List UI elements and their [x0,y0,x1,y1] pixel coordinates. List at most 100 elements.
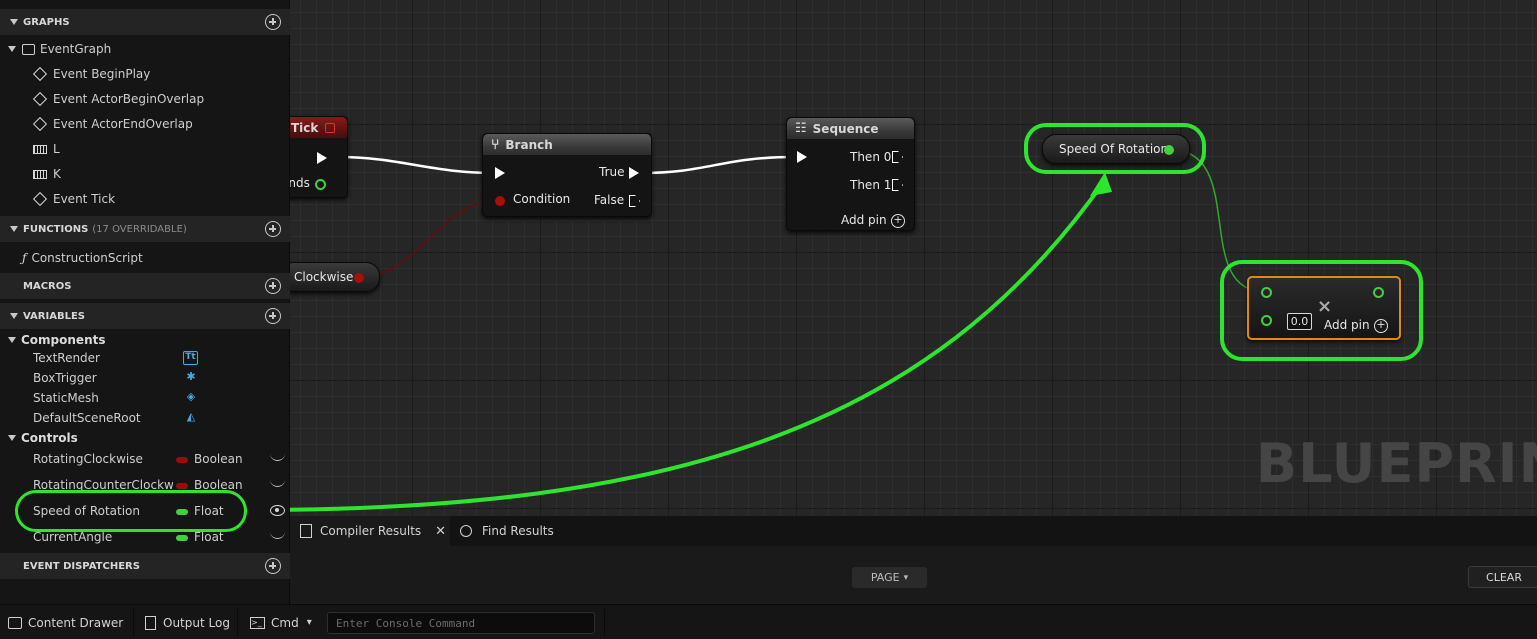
float-in-pin-a[interactable] [1261,287,1272,298]
true-pin-label: True [599,165,625,179]
key-event-item-k[interactable]: K [33,163,61,185]
output-log-button[interactable]: Output Log [145,605,230,639]
float-in-pin-b[interactable] [1261,315,1272,326]
macros-label: MACROS [23,280,72,292]
my-blueprint-panel: GRAPHS EventGraph Event BeginPlay Event … [0,0,290,604]
add-macro-icon[interactable] [265,278,281,294]
event-label: Event ActorEndOverlap [53,117,193,131]
event-dispatchers-section-header[interactable]: EVENT DISPATCHERS [0,553,290,579]
float-out-pin[interactable] [1164,145,1174,155]
variable-type[interactable]: Float [194,530,224,544]
add-function-icon[interactable] [265,221,281,237]
tick-node-header[interactable]: Tick [290,117,347,138]
event-item-beginplay[interactable]: Event BeginPlay [32,63,150,85]
exec-in-pin[interactable] [495,167,505,179]
event-dispatchers-label: EVENT DISPATCHERS [23,560,140,572]
content-drawer-icon [8,616,22,629]
component-staticmesh[interactable]: StaticMesh [33,391,173,405]
tab-label: Find Results [482,524,554,538]
event-graph-item[interactable]: EventGraph [8,38,111,60]
then-1-label: Then 1 [850,178,892,192]
variable-currentangle[interactable]: CurrentAngle [33,530,173,544]
default-value-input[interactable]: 0.0 [1287,313,1312,330]
then-1-pin[interactable] [892,179,903,191]
collapse-arrow-icon[interactable] [8,46,16,52]
eye-closed-icon[interactable] [270,479,285,487]
condition-pin[interactable] [495,196,505,206]
then-0-pin[interactable] [892,151,903,163]
add-pin-label[interactable]: Add pin [841,213,887,227]
collapse-arrow-icon[interactable] [10,313,18,319]
boolean-out-pin[interactable] [354,273,364,283]
event-graph-canvas[interactable]: Tick onds Clockwise ⑂ Branch True Condit… [290,0,1537,516]
overridable-count: (17 OVERRIDABLE) [92,223,187,235]
add-pin-label[interactable]: Add pin [1324,318,1370,332]
branch-node-header[interactable]: ⑂ Branch [483,134,651,155]
event-graph-icon [22,43,35,55]
component-defaultsceneroot[interactable]: DefaultSceneRoot [33,411,173,425]
add-graph-icon[interactable] [265,14,281,30]
component-textrender[interactable]: TextRender [33,351,173,365]
event-label: Event ActorBeginOverlap [53,92,205,106]
add-variable-icon[interactable] [265,308,281,324]
clear-button-label: CLEAR [1486,570,1522,584]
speed-of-rotation-getter-node[interactable]: Speed Of Rotation [1042,134,1190,164]
functions-label: FUNCTIONS [23,223,89,235]
controls-group[interactable]: Controls [8,431,78,445]
collapse-arrow-icon[interactable] [10,226,18,232]
close-tab-icon[interactable]: ✕ [435,524,446,539]
component-boxtrigger[interactable]: BoxTrigger [33,371,173,385]
add-pin-icon[interactable]: + [1374,319,1388,333]
collapse-arrow-icon[interactable] [8,435,16,441]
getter-label: Speed Of Rotation [1059,142,1169,156]
graphs-section-header[interactable]: GRAPHS [0,9,290,35]
functions-section-header[interactable]: FUNCTIONS (17 OVERRIDABLE) [0,216,290,242]
eye-open-icon[interactable] [270,505,285,516]
event-tick-node[interactable]: Tick onds [290,116,348,198]
branch-node[interactable]: ⑂ Branch True Condition False [482,133,652,217]
variable-rotatingclockwise[interactable]: RotatingClockwise [33,452,173,466]
multiply-node[interactable]: × 0.0 Add pin + [1247,276,1401,340]
event-item-tick[interactable]: Event Tick [32,188,116,210]
tab-find-results[interactable]: Find Results [460,516,580,546]
float-out-pin[interactable] [315,179,326,190]
macros-section-header[interactable]: MACROS [0,273,290,299]
page-dropdown-button[interactable]: PAGE ▾ [852,567,927,588]
true-exec-out-pin[interactable] [629,167,639,179]
delegate-pin-icon[interactable] [325,123,335,133]
condition-label: Condition [513,192,571,206]
console-input[interactable]: Enter Console Command [327,612,595,634]
function-icon: ƒ [22,251,27,265]
content-drawer-button[interactable]: Content Drawer [8,605,123,639]
cmd-dropdown[interactable]: >_ Cmd ▾ [250,605,312,639]
eye-closed-icon[interactable] [270,531,285,539]
function-item-construction[interactable]: ƒ ConstructionScript [22,247,143,269]
components-group[interactable]: Components [8,333,106,347]
sequence-node[interactable]: ☷ Sequence Then 0 Then 1 Add pin + [786,117,915,231]
boolean-type-pill [176,457,188,463]
event-label: Event Tick [53,192,116,206]
eye-closed-icon[interactable] [270,453,285,461]
false-exec-out-pin[interactable] [629,195,640,207]
key-label: L [53,142,60,156]
event-item-actorendoverlap[interactable]: Event ActorEndOverlap [32,113,193,135]
keyboard-icon [33,169,47,179]
tab-compiler-results[interactable]: Compiler Results ✕ [290,516,450,546]
add-pin-icon[interactable]: + [891,214,905,228]
clear-button[interactable]: CLEAR [1468,566,1537,588]
false-pin-label: False [594,193,625,207]
sequence-node-header[interactable]: ☷ Sequence [787,118,914,139]
key-event-item-l[interactable]: L [33,138,60,160]
variables-section-header[interactable]: VARIABLES [0,303,290,329]
collapse-arrow-icon[interactable] [10,19,18,25]
output-log-label: Output Log [163,615,230,630]
rotating-clockwise-getter-node[interactable]: Clockwise [290,262,380,292]
exec-out-pin[interactable] [317,152,327,164]
add-dispatcher-icon[interactable] [265,558,281,574]
box-trigger-icon: ✱ [186,370,196,383]
variable-type[interactable]: Boolean [194,452,243,466]
float-out-pin[interactable] [1373,287,1384,298]
collapse-arrow-icon[interactable] [8,337,16,343]
event-item-actorbeginoverlap[interactable]: Event ActorBeginOverlap [32,88,205,110]
exec-in-pin[interactable] [797,151,807,163]
